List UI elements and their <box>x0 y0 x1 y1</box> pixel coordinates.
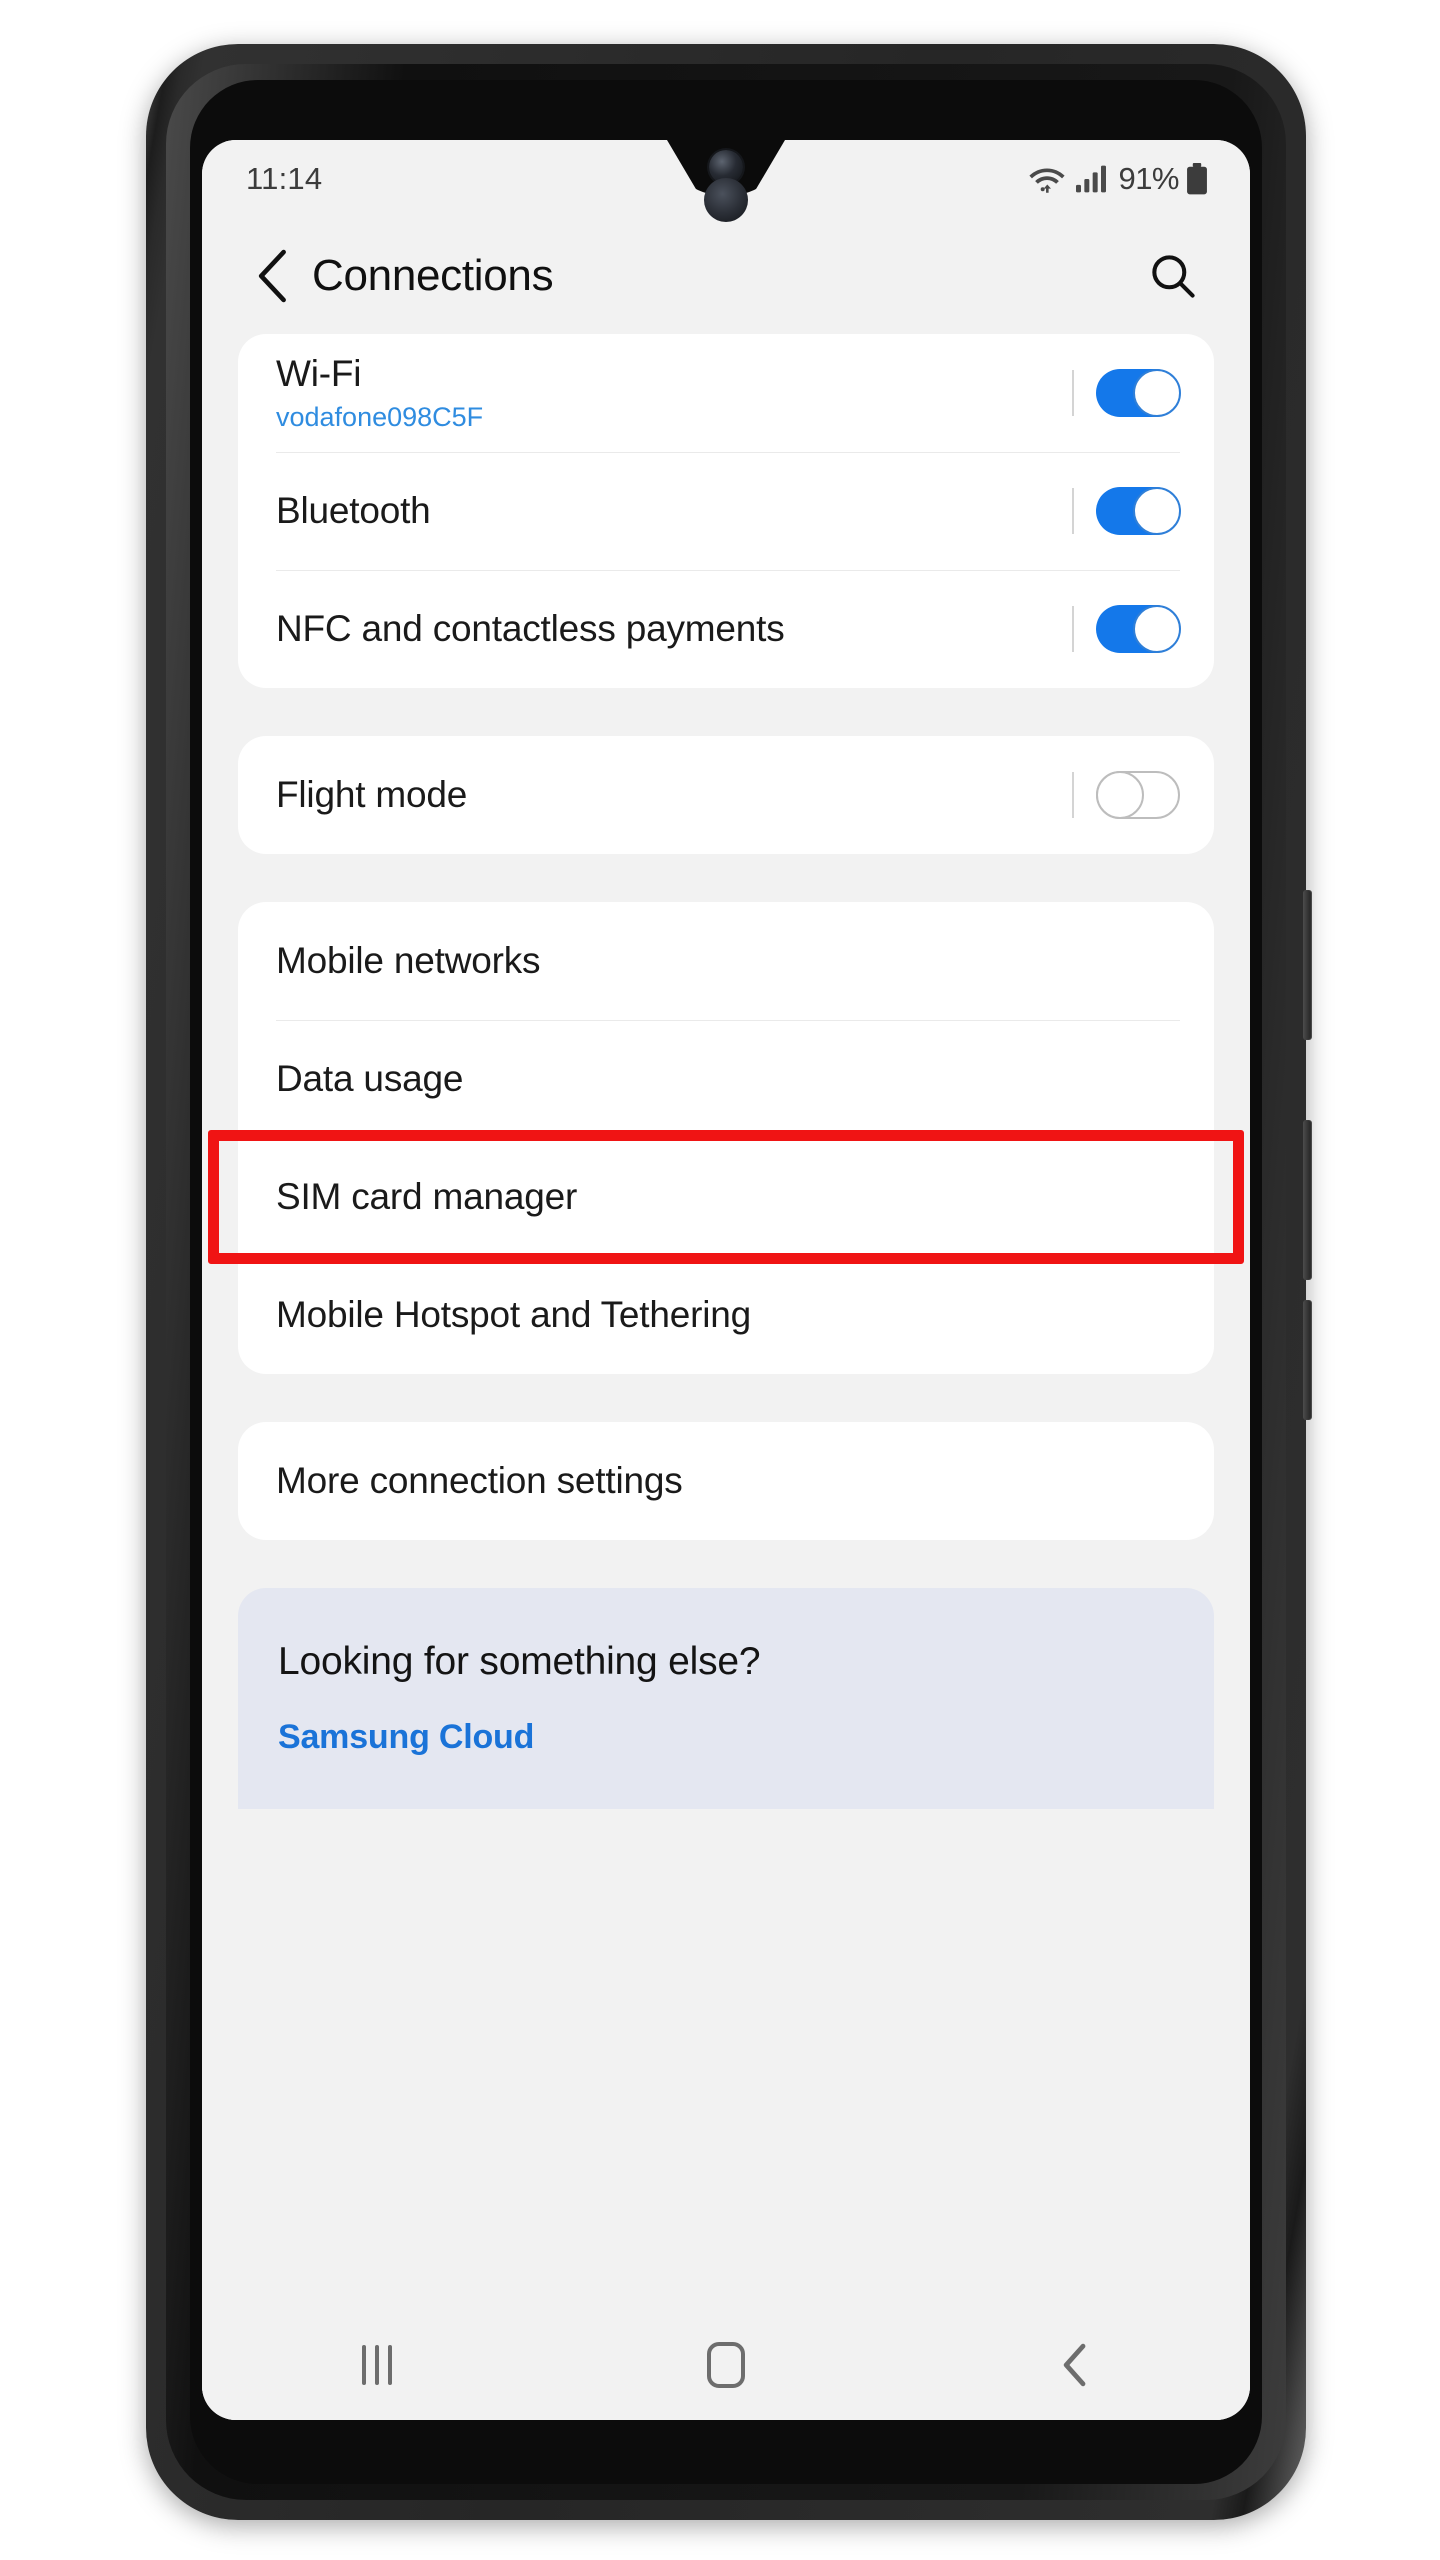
row-texts: More connection settings <box>276 1460 1180 1503</box>
list-item-sim-card-manager[interactable]: SIM card manager <box>238 1138 1214 1256</box>
page-title: Connections <box>312 251 554 300</box>
list-item-sublabel: vodafone098C5F <box>276 402 484 433</box>
search-button[interactable] <box>1142 245 1204 307</box>
screenshot-root: 11:14 91% Connections Wi-Fi vodafone098C… <box>0 0 1440 2560</box>
list-item-label: Flight mode <box>276 773 468 815</box>
group-gap <box>202 880 1250 902</box>
list-item-label: Data usage <box>276 1057 464 1099</box>
search-icon <box>1152 255 1195 298</box>
list-item-nfc[interactable]: NFC and contactless payments <box>238 570 1214 688</box>
list-item-wifi[interactable]: Wi-Fi vodafone098C5F <box>238 334 1214 452</box>
nfc-toggle[interactable] <box>1096 605 1181 653</box>
divider <box>1072 370 1074 416</box>
promo-title: Looking for something else? <box>278 1640 761 1683</box>
flight-mode-toggle[interactable] <box>1096 771 1180 819</box>
row-texts: SIM card manager <box>276 1176 1180 1219</box>
power-button[interactable] <box>1303 1300 1312 1420</box>
card-more-settings: More connection settings <box>238 1422 1214 1540</box>
front-camera-lens-icon <box>704 178 748 222</box>
toggle-knob <box>1133 369 1181 417</box>
nav-back-button[interactable] <box>1015 2323 1135 2407</box>
row-texts: Mobile Hotspot and Tethering <box>276 1294 1180 1337</box>
volume-up-button[interactable] <box>1303 890 1312 1040</box>
row-texts: NFC and contactless payments <box>276 608 1072 651</box>
phone-screen: 11:14 91% Connections Wi-Fi vodafone098C… <box>202 140 1250 2420</box>
divider <box>1072 606 1074 652</box>
divider <box>1072 488 1074 534</box>
home-button[interactable] <box>666 2323 786 2407</box>
list-item-label: Bluetooth <box>276 489 431 531</box>
wifi-icon <box>1027 163 1067 195</box>
list-item-label: Mobile Hotspot and Tethering <box>276 1293 752 1335</box>
recents-icon <box>361 2345 392 2385</box>
promo-inner: Looking for something else? Samsung Clou… <box>238 1588 1214 1757</box>
list-item-more-connection-settings[interactable]: More connection settings <box>238 1422 1214 1540</box>
card-looking-for-something-else: Looking for something else? Samsung Clou… <box>238 1588 1214 1809</box>
group-gap <box>202 1566 1250 1588</box>
samsung-cloud-link[interactable]: Samsung Cloud <box>278 1718 1174 1757</box>
list-item-data-usage[interactable]: Data usage <box>238 1020 1214 1138</box>
toggle-wrap <box>1072 771 1180 819</box>
row-texts: Flight mode <box>276 774 1072 817</box>
row-texts: Data usage <box>276 1058 1180 1101</box>
wifi-toggle[interactable] <box>1096 369 1181 417</box>
toggle-wrap <box>1072 487 1181 535</box>
card-mobile: Mobile networks Data usage SIM card mana… <box>238 902 1214 1374</box>
home-icon <box>706 2342 745 2388</box>
toggle-knob <box>1133 487 1181 535</box>
list-item-bluetooth[interactable]: Bluetooth <box>238 452 1214 570</box>
toggle-wrap <box>1072 605 1181 653</box>
list-item-label: Wi-Fi <box>276 352 362 394</box>
navigation-bar <box>202 2310 1250 2420</box>
row-texts: Mobile networks <box>276 940 1180 983</box>
status-icons: 91% <box>1027 161 1208 197</box>
list-item-label: NFC and contactless payments <box>276 607 785 649</box>
list-item-label: More connection settings <box>276 1459 683 1501</box>
battery-percent: 91% <box>1118 161 1179 196</box>
toggle-knob <box>1096 771 1144 819</box>
list-item-flight-mode[interactable]: Flight mode <box>238 736 1214 854</box>
group-gap <box>202 1400 1250 1422</box>
status-time: 11:14 <box>246 161 323 196</box>
toggle-wrap <box>1072 369 1181 417</box>
row-texts: Bluetooth <box>276 490 1072 533</box>
divider <box>1072 772 1074 818</box>
group-gap <box>202 714 1250 736</box>
list-item-mobile-networks[interactable]: Mobile networks <box>238 902 1214 1020</box>
list-item-label: Mobile networks <box>276 939 541 981</box>
toggle-knob <box>1133 605 1181 653</box>
card-connectivity: Wi-Fi vodafone098C5F Bluetooth NFC and c… <box>238 334 1214 688</box>
list-item-mobile-hotspot[interactable]: Mobile Hotspot and Tethering <box>238 1256 1214 1374</box>
row-texts: Wi-Fi vodafone098C5F <box>276 353 1072 434</box>
recents-button[interactable] <box>317 2323 437 2407</box>
back-chevron-icon <box>1064 2343 1086 2387</box>
back-button[interactable] <box>242 245 304 307</box>
settings-list[interactable]: Wi-Fi vodafone098C5F Bluetooth NFC and c… <box>202 334 1250 2420</box>
card-flight-mode: Flight mode <box>238 736 1214 854</box>
signal-icon <box>1074 164 1108 194</box>
bluetooth-toggle[interactable] <box>1096 487 1181 535</box>
list-item-label: SIM card manager <box>276 1175 578 1217</box>
battery-icon <box>1186 163 1208 195</box>
app-bar: Connections <box>202 218 1250 334</box>
volume-down-button[interactable] <box>1303 1120 1312 1280</box>
